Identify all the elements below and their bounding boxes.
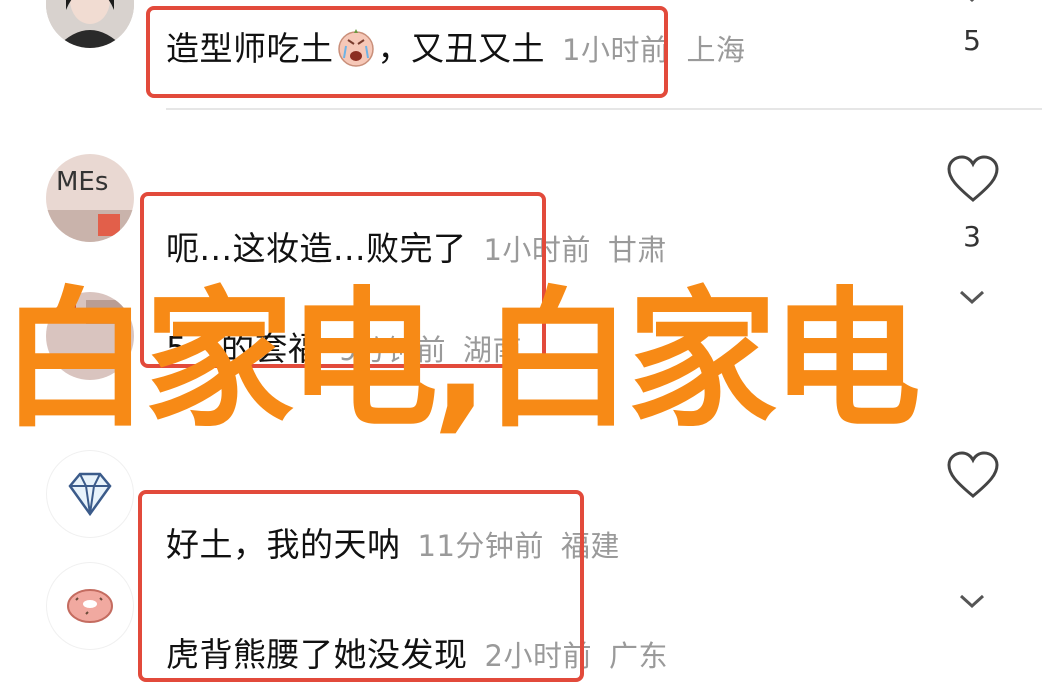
comment-location: 广东 [608, 639, 668, 673]
avatar-photo [46, 0, 134, 48]
chevron-down-icon[interactable] [958, 592, 986, 616]
highlight-box [138, 490, 584, 682]
highlight-box [146, 6, 668, 98]
like-count: 3 [963, 220, 981, 253]
avatar[interactable] [46, 450, 134, 538]
avatar[interactable]: MEs [46, 154, 134, 242]
divider [166, 108, 1042, 110]
heart-icon[interactable] [946, 450, 1000, 504]
avatar-photo: MEs [46, 154, 134, 242]
comment-location: 上海 [686, 33, 746, 67]
comment-location: 甘肃 [607, 233, 667, 267]
avatar-text: MEs [56, 167, 108, 197]
like-count: 5 [963, 24, 981, 57]
watermark-text: 白家电,白家电 [0, 274, 921, 448]
donut-icon [67, 589, 113, 623]
avatar[interactable] [46, 0, 134, 48]
avatar[interactable] [46, 562, 134, 650]
diamond-icon [68, 472, 112, 517]
heart-icon[interactable] [946, 154, 1000, 208]
chevron-down-icon[interactable] [958, 0, 986, 10]
